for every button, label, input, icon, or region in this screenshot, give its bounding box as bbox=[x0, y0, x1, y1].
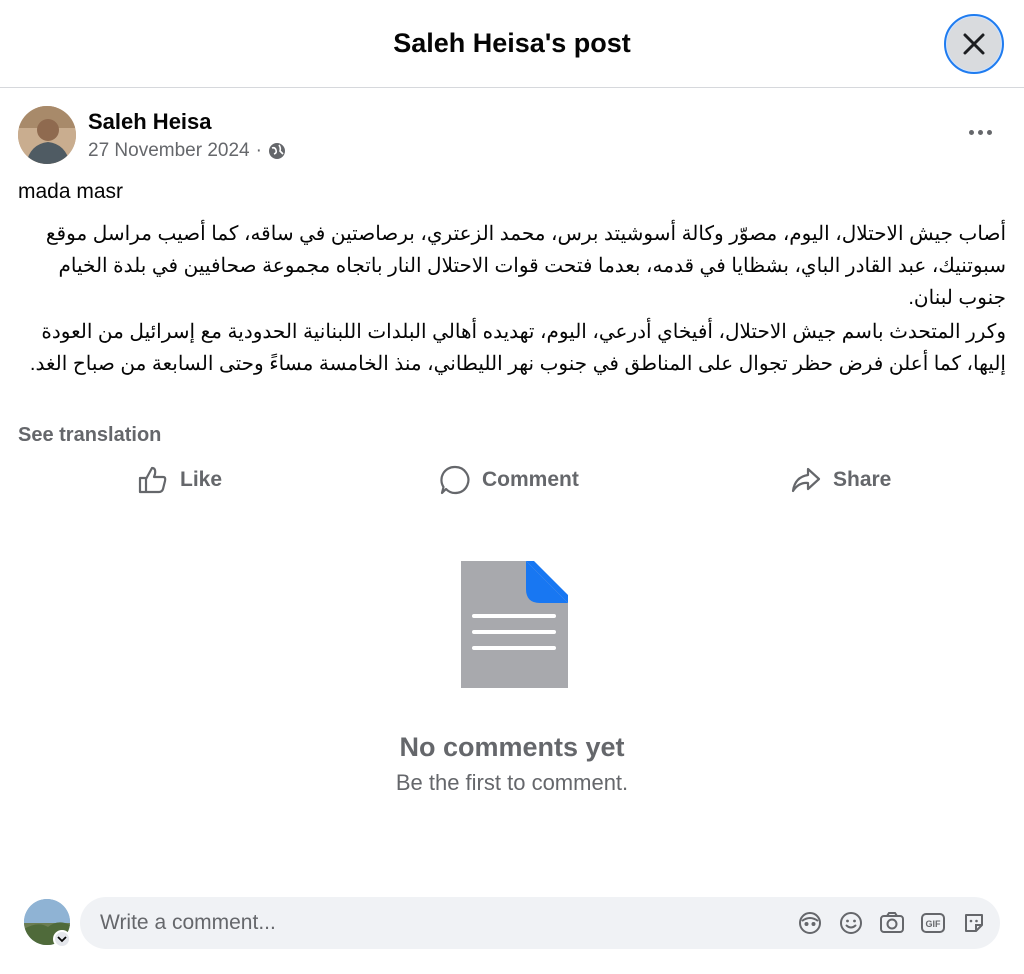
camera-button[interactable] bbox=[879, 910, 905, 936]
like-button[interactable]: Like bbox=[138, 460, 222, 500]
sticker-button[interactable] bbox=[961, 910, 987, 936]
post-intro: mada masr bbox=[18, 180, 124, 203]
svg-text:GIF: GIF bbox=[926, 919, 942, 929]
emoji-icon bbox=[840, 912, 862, 934]
close-button[interactable] bbox=[944, 14, 1004, 74]
sticker-icon bbox=[965, 914, 983, 932]
author-name[interactable]: Saleh Heisa bbox=[88, 109, 212, 135]
share-label: Share bbox=[833, 468, 892, 491]
dialog-header: Saleh Heisa's post bbox=[0, 0, 1024, 88]
share-button[interactable]: Share bbox=[791, 460, 891, 500]
post-meta: 27 November 2024 · bbox=[88, 140, 286, 162]
thumbs-up-icon bbox=[138, 466, 167, 494]
see-translation-link[interactable]: See translation bbox=[18, 424, 161, 447]
document-icon bbox=[461, 561, 568, 688]
globe-icon bbox=[268, 143, 285, 159]
chevron-down-icon bbox=[57, 936, 67, 943]
avatar-sticker-button[interactable] bbox=[797, 910, 823, 936]
post-date[interactable]: 27 November 2024 bbox=[88, 140, 250, 162]
empty-state-title: No comments yet bbox=[399, 732, 625, 762]
dialog-title: Saleh Heisa's post bbox=[393, 28, 631, 58]
more-icon-dot bbox=[977, 129, 983, 135]
comment-input[interactable] bbox=[98, 910, 782, 936]
profile-switch-button[interactable] bbox=[53, 930, 71, 948]
camera-icon bbox=[880, 912, 904, 933]
comment-button[interactable]: Comment bbox=[440, 460, 579, 500]
bottom-edge bbox=[0, 958, 1024, 974]
gif-icon: GIF bbox=[921, 913, 945, 933]
close-icon bbox=[963, 33, 985, 55]
more-icon bbox=[968, 129, 974, 135]
empty-state-subtitle: Be the first to comment. bbox=[395, 770, 629, 795]
avatar-sticker-icon bbox=[799, 912, 821, 934]
comment-label: Comment bbox=[482, 468, 579, 491]
post-paragraph: وكرر المتحدث باسم جيش الاحتلال، أفيخاي أ… bbox=[29, 321, 1006, 375]
gif-button[interactable]: GIF bbox=[920, 910, 946, 936]
author-avatar[interactable] bbox=[18, 106, 76, 164]
meta-separator: · bbox=[255, 140, 262, 161]
more-icon-dot bbox=[986, 129, 992, 135]
more-options-button[interactable] bbox=[962, 118, 998, 146]
comment-bubble-icon bbox=[440, 465, 470, 495]
like-label: Like bbox=[180, 468, 223, 491]
share-arrow-icon bbox=[791, 467, 821, 493]
post-paragraph: أصاب جيش الاحتلال، اليوم، مصوّر وكالة أس… bbox=[45, 223, 1006, 309]
emoji-button[interactable] bbox=[838, 910, 864, 936]
